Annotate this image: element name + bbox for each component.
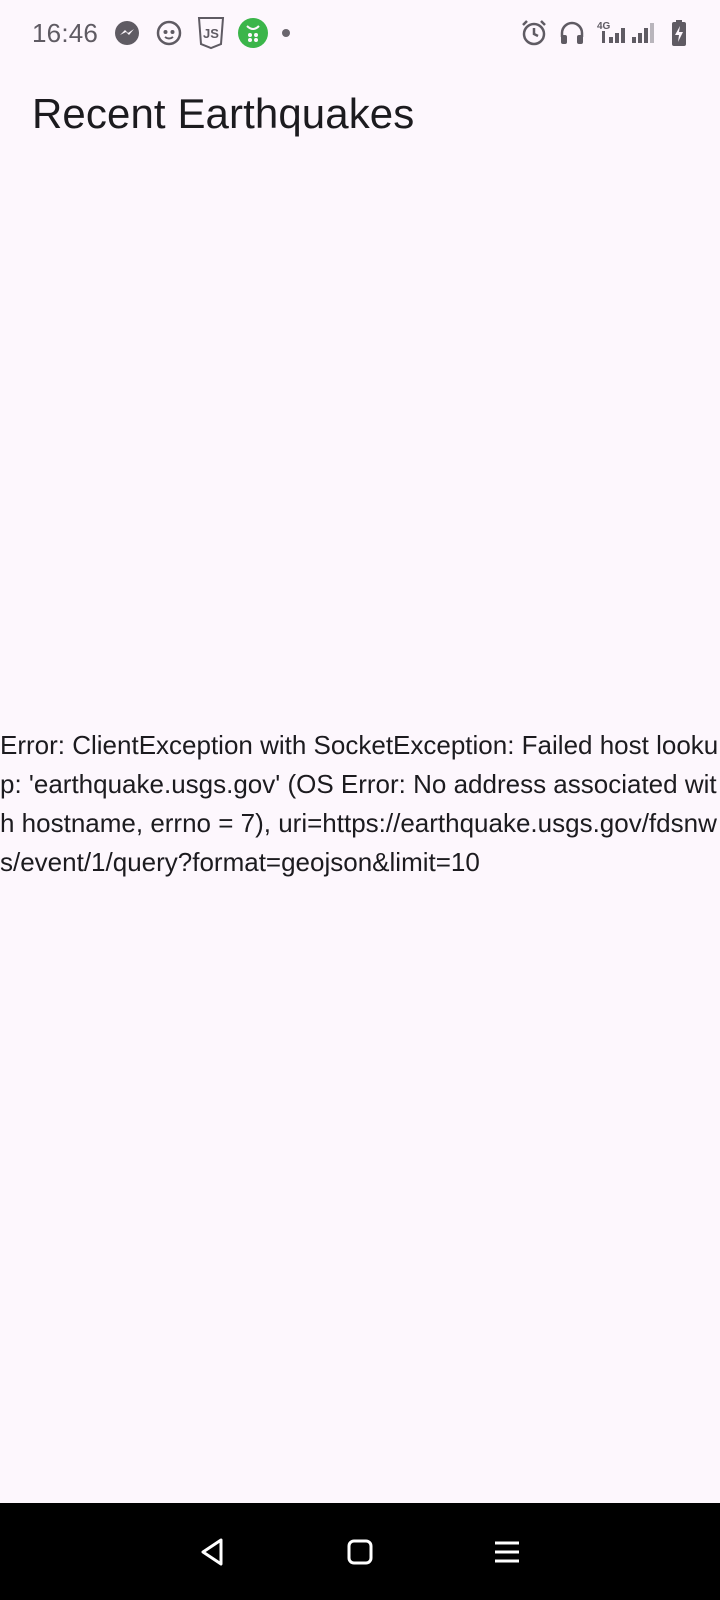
messenger-icon <box>112 18 142 48</box>
cat-app-icon <box>154 18 184 48</box>
alarm-icon <box>520 18 548 48</box>
error-message: Error: ClientException with SocketExcept… <box>0 730 719 877</box>
status-time: 16:46 <box>32 17 99 48</box>
signal-4g-icon: 4G <box>596 18 660 48</box>
svg-text:JS: JS <box>203 26 219 41</box>
back-button[interactable] <box>183 1522 243 1582</box>
home-icon <box>347 1539 373 1564</box>
notification-icons: JS <box>112 17 291 50</box>
system-icons: 4G <box>520 18 688 48</box>
navigation-bar <box>0 1503 720 1600</box>
recents-button[interactable] <box>477 1522 537 1582</box>
more-notifications-dot <box>282 29 291 37</box>
headphones-icon <box>558 18 586 48</box>
back-icon <box>201 1538 223 1565</box>
network-type-label: 4G <box>597 21 611 32</box>
green-app-icon <box>238 18 269 48</box>
home-button[interactable] <box>330 1522 390 1582</box>
page-title: Recent Earthquakes <box>32 90 415 137</box>
battery-charging-icon <box>670 18 688 48</box>
recents-icon <box>494 1541 519 1562</box>
javascript-icon: JS <box>196 17 226 50</box>
status-bar: 16:46 JS 4G <box>0 0 720 66</box>
